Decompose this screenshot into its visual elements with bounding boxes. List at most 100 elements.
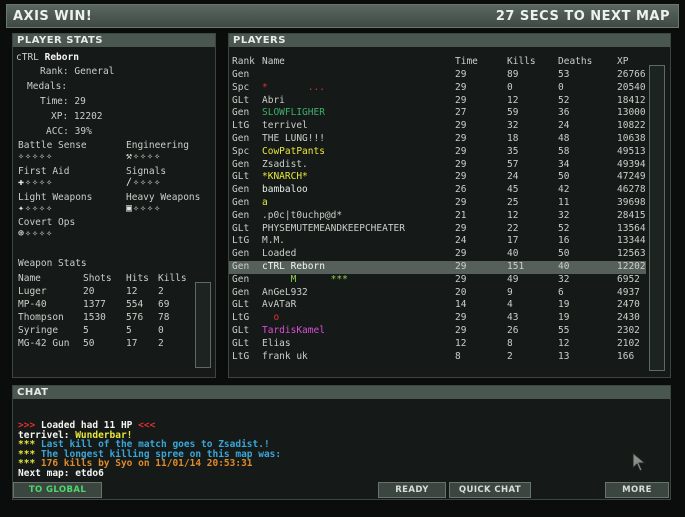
player-name-cell: Loaded: [262, 248, 297, 260]
player-name-cell: SLOWFLIGHER: [262, 107, 325, 119]
player-rank: GLt: [232, 94, 250, 106]
player-row[interactable]: LtG M.M. 24 17 16 13344: [229, 235, 670, 248]
weapon-cell: 5: [83, 325, 89, 336]
player-row[interactable]: Gen M *** 29 49 32 6952: [229, 274, 670, 287]
player-time: 27: [455, 107, 467, 119]
players-panel: PLAYERS Rank Name Time Kills Deaths XP G…: [228, 33, 671, 378]
ready-button[interactable]: READY: [378, 482, 446, 498]
to-global-button[interactable]: TO GLOBAL: [13, 482, 102, 498]
player-row[interactable]: Gen 29 89 53 26766: [229, 69, 670, 82]
chat-line: Next map: etdo6: [18, 468, 104, 479]
player-name-cell: frank uk: [262, 350, 308, 362]
player-row[interactable]: GLt Elias 12 8 12 2102: [229, 338, 670, 351]
player-xp: 166: [617, 350, 635, 362]
player-rank: Gen: [232, 69, 250, 80]
player-rank: Gen: [232, 197, 250, 208]
player-row[interactable]: Gen a 29 25 11 39698: [229, 197, 670, 210]
player-rank: Gen: [232, 273, 250, 285]
player-row[interactable]: LtG o 29 43 19 2430: [229, 312, 670, 325]
player-name-cell: Abri: [262, 94, 285, 106]
player-kills: 8: [507, 337, 513, 349]
player-row[interactable]: Gen AnGeL932 20 9 6 4937: [229, 287, 670, 300]
more-button[interactable]: MORE: [605, 482, 669, 498]
player-row[interactable]: Gen cTRL Reborn 29 151 40 12202: [229, 261, 646, 274]
player-row[interactable]: Gen Loaded 29 40 50 12563: [229, 248, 670, 261]
weapon-cell: Thompson: [18, 312, 64, 323]
player-row[interactable]: GLt PHYSEMUTEMEANDKEEPCHEATER 29 22 52 13564: [229, 223, 670, 236]
player-row[interactable]: LtG terrivel 29 32 24 10822: [229, 120, 670, 133]
match-result: AXIS WIN!: [13, 9, 93, 24]
light-weapons-icons: ✦✧✧✧✧: [18, 203, 54, 214]
player-row[interactable]: Spc * ... 29 0 0 20540: [229, 82, 670, 95]
col-xp: XP: [617, 56, 629, 67]
battle-sense-icons: ✧✧✧✧✧: [18, 151, 54, 162]
xp-label: XP:: [51, 111, 69, 122]
quick-chat-button[interactable]: QUICK CHAT: [449, 482, 531, 498]
player-xp: 10638: [617, 133, 646, 144]
player-kills: 49: [507, 273, 519, 285]
rank-row: Rank: General: [40, 66, 114, 77]
player-kills: 2: [507, 350, 513, 362]
player-name-cell: Elias: [262, 337, 291, 349]
skill-heavy-weapons: Heavy Weapons: [126, 192, 201, 203]
player-name-cell: AvATaR: [262, 299, 297, 311]
player-row[interactable]: LtG frank uk 8 2 13 166: [229, 351, 670, 364]
player-deaths: 6: [558, 286, 564, 298]
player-row[interactable]: GLt TardisKamel 29 26 55 2302: [229, 325, 670, 338]
player-xp: 2430: [617, 312, 640, 324]
player-rank: GLt: [232, 171, 250, 183]
player-xp: 49394: [617, 158, 646, 170]
player-row[interactable]: Gen SLOWFLIGHER 27 59 36 13000: [229, 107, 670, 120]
player-row[interactable]: Gen bambaloo 26 45 42 46278: [229, 184, 670, 197]
player-rank: LtG: [232, 235, 250, 247]
player-name-cell: M ***: [262, 273, 348, 285]
player-deaths: 53: [558, 69, 570, 80]
player-deaths: 34: [558, 158, 570, 170]
player-row[interactable]: Gen THE LUNG!!! 29 18 48 10638: [229, 133, 670, 146]
mouse-cursor-icon: [632, 451, 647, 475]
player-rank: Gen: [232, 133, 250, 144]
player-name-cell: .p0c|t0uchp@d*: [262, 209, 343, 221]
acc-value: 39%: [74, 126, 92, 137]
weapon-cell: 69: [158, 299, 170, 310]
player-deaths: 11: [558, 197, 570, 208]
player-row[interactable]: Gen .p0c|t0uchp@d* 21 12 32 28415: [229, 210, 670, 223]
player-kills: 22: [507, 222, 519, 234]
player-row[interactable]: Gen Zsadist. 29 57 34 49394: [229, 159, 670, 172]
player-time: 29: [455, 158, 467, 170]
player-row[interactable]: GLt *KNARCH* 29 24 50 47249: [229, 171, 670, 184]
rank-label: Rank:: [40, 66, 69, 77]
player-row[interactable]: Spc CowPatPants 29 35 58 49513: [229, 146, 670, 159]
player-name-cell: PHYSEMUTEMEANDKEEPCHEATER: [262, 222, 405, 234]
player-time: 29: [455, 120, 467, 132]
player-row[interactable]: GLt Abri 29 12 52 18412: [229, 95, 670, 108]
player-deaths: 52: [558, 94, 570, 106]
col-time: Time: [455, 56, 478, 67]
player-xp: 39698: [617, 197, 646, 208]
player-name-cell: *KNARCH*: [262, 171, 308, 183]
player-deaths: 48: [558, 133, 570, 144]
weapon-cell: MP-40: [18, 299, 47, 310]
player-kills: 25: [507, 197, 519, 208]
chat-suffix: <<<: [132, 420, 156, 431]
player-row[interactable]: GLt AvATaR 14 4 19 2470: [229, 299, 670, 312]
player-deaths: 0: [558, 81, 564, 93]
player-time: 29: [455, 222, 467, 234]
time-value: 29: [74, 96, 86, 107]
player-time: 29: [455, 248, 467, 260]
player-time: 29: [455, 312, 467, 324]
player-rank: GLt: [232, 325, 250, 336]
player-xp: 47249: [617, 171, 646, 183]
player-kills: 18: [507, 133, 519, 144]
player-xp: 10822: [617, 120, 646, 132]
chat-text: Next map: etdo6: [18, 468, 104, 479]
player-rank: Gen: [232, 184, 250, 196]
player-name-cell: terrivel: [262, 120, 308, 132]
player-deaths: 32: [558, 273, 570, 285]
player-name-cell: * ...: [262, 81, 325, 93]
player-kills: 24: [507, 171, 519, 183]
player-xp: 12563: [617, 248, 646, 260]
player-kills: 45: [507, 184, 519, 196]
weapon-cell: 1377: [83, 299, 106, 310]
weapon-stats-scrollbar[interactable]: [195, 282, 211, 368]
